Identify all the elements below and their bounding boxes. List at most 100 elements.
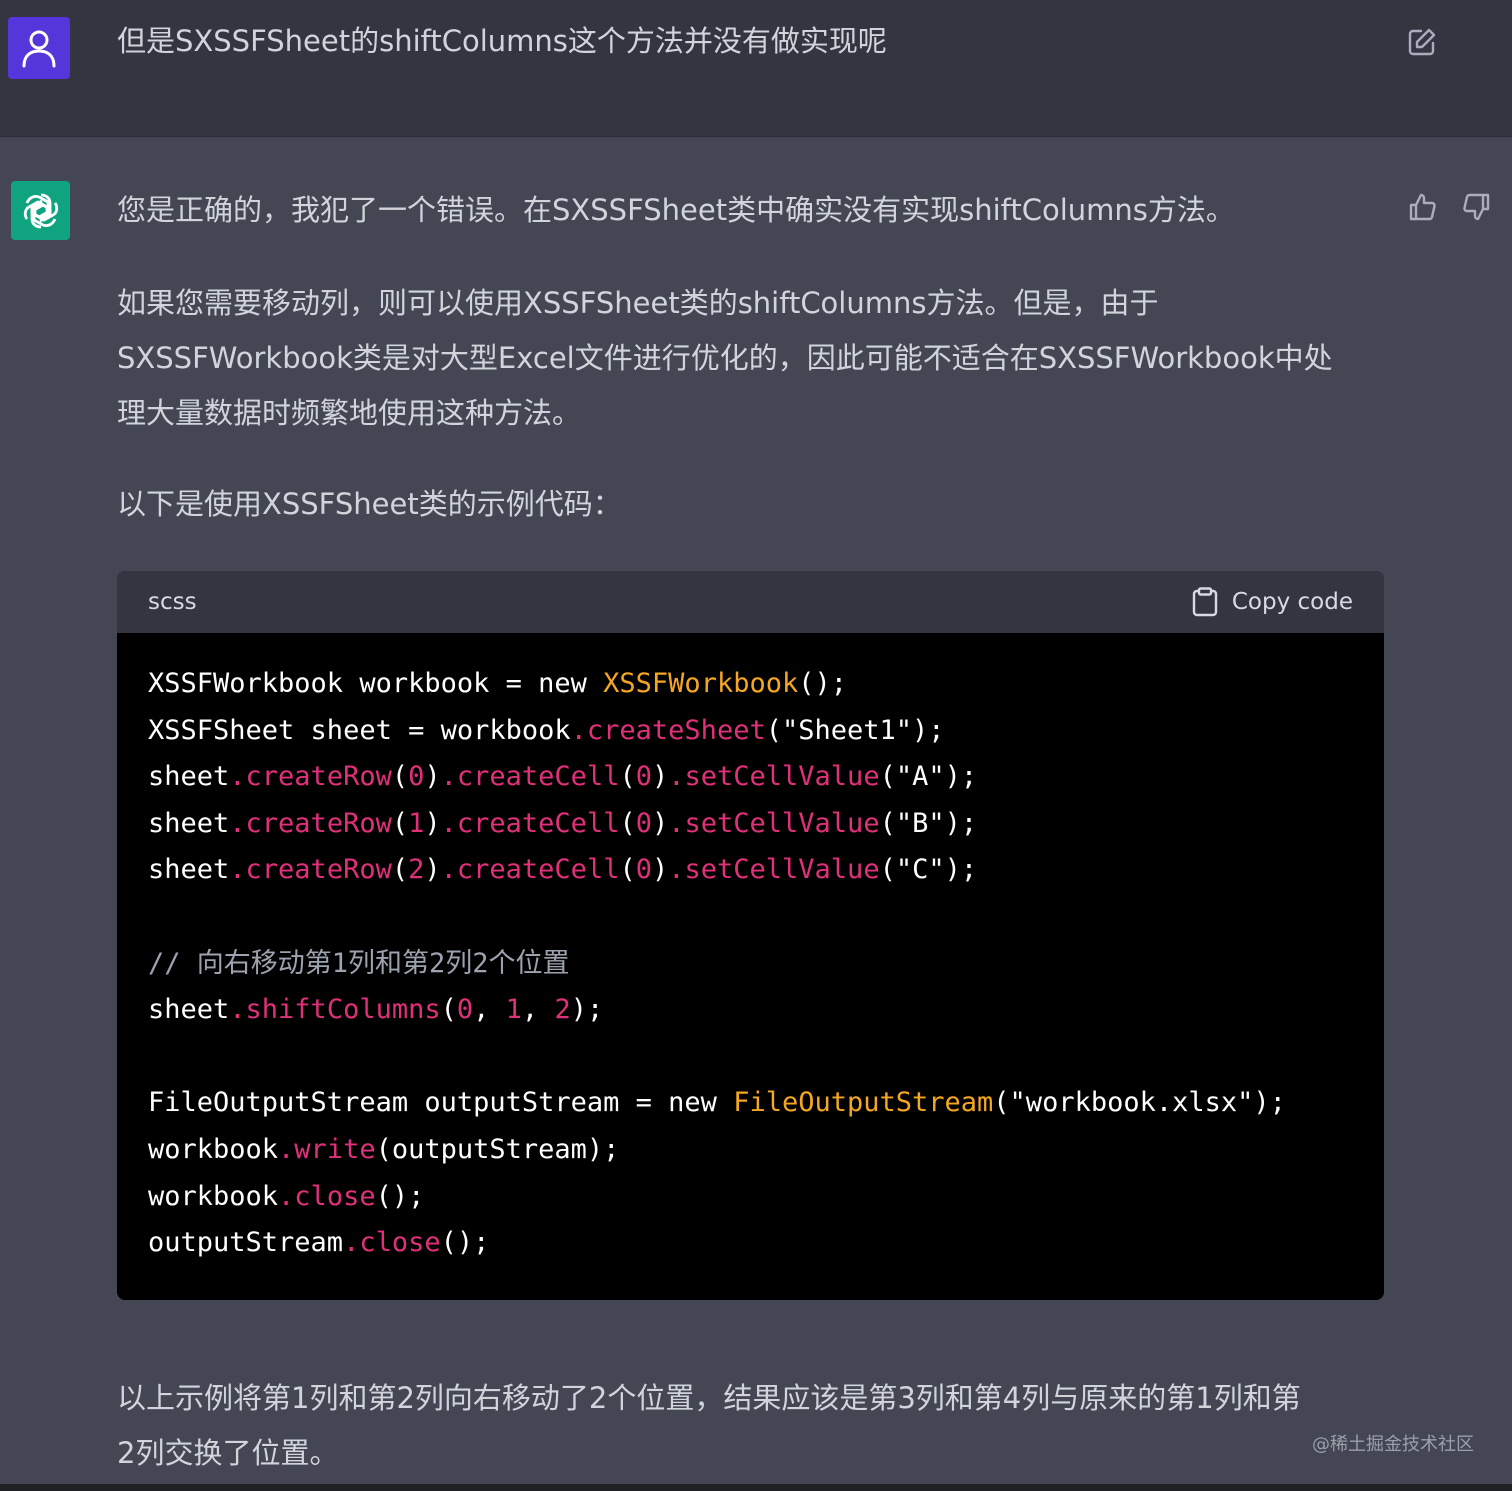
code-token-plain: (: [619, 807, 636, 839]
code-token-plain: sheet: [148, 807, 230, 839]
code-token-plain: XSSFWorkbook workbook = new: [148, 668, 604, 699]
copy-code-label: Copy code: [1231, 589, 1353, 615]
code-token-plain: ,: [473, 994, 506, 1026]
code-token-plain: ("B");: [879, 807, 978, 839]
code-token-plain: ("C");: [879, 854, 978, 886]
thumbs-down-button[interactable]: [1457, 187, 1497, 227]
code-token-plain: (outputStream);: [375, 1133, 620, 1165]
code-line: sheet.createRow(2).createCell(0).setCell…: [148, 847, 1353, 894]
code-line: FileOutputStream outputStream = new File…: [148, 1080, 1353, 1127]
code-token-num: 0: [456, 994, 474, 1026]
code-token-method: .createCell: [440, 761, 620, 793]
assistant-paragraph-1: 您是正确的，我犯了一个错误。在SXSSFSheet类中确实没有实现shiftCo…: [117, 193, 1235, 227]
code-token-plain: workbook: [148, 1133, 279, 1165]
code-token-method: .createCell: [440, 807, 620, 839]
bottom-strip: [0, 1484, 1512, 1491]
code-line: sheet.shiftColumns(0, 1, 2);: [148, 987, 1353, 1034]
code-token-num: 1: [408, 807, 425, 839]
code-token-plain: (: [391, 761, 409, 793]
code-token-method: .write: [278, 1133, 376, 1165]
user-icon: [22, 30, 56, 68]
code-token-plain: outputStream: [148, 1227, 344, 1259]
assistant-paragraph-3: 以下是使用XSSFSheet类的示例代码：: [117, 487, 622, 521]
code-line: XSSFSheet sheet = workbook.createSheet("…: [148, 708, 1353, 755]
user-message-row: 但是SXSSFSheet的shiftColumns这个方法并没有做实现呢: [0, 0, 1512, 137]
code-token-method: .close: [343, 1227, 441, 1259]
code-token-plain: workbook: [148, 1180, 279, 1212]
code-language-label: scss: [148, 589, 197, 615]
thumbs-down-icon: [1463, 193, 1490, 221]
code-line: // 向右移动第1列和第2列2个位置: [148, 941, 1353, 988]
copy-code-button[interactable]: Copy code: [1192, 587, 1353, 617]
code-token-num: 2: [408, 854, 425, 886]
assistant-paragraph-2-line-1: 如果您需要移动列，则可以使用XSSFSheet类的shiftColumns方法。…: [117, 286, 1159, 320]
code-token-plain: ("Sheet1");: [765, 714, 945, 746]
code-token-plain: (: [391, 807, 409, 839]
assistant-paragraph-2-line-2: SXSSFWorkbook类是对大型Excel文件进行优化的，因此可能不适合在S…: [117, 341, 1333, 375]
code-token-num: 0: [635, 807, 652, 839]
user-avatar: [8, 17, 70, 79]
code-token-method: .createRow: [229, 854, 392, 886]
code-block: scss Copy code XSSFWorkbook workbook = n…: [117, 571, 1384, 1300]
code-token-method: .createRow: [229, 807, 392, 839]
code-token-plain: ();: [440, 1227, 490, 1259]
code-token-method: .setCellValue: [668, 761, 880, 793]
code-token-plain: ): [424, 761, 441, 793]
code-token-plain: (: [619, 761, 636, 793]
code-token-num: 1: [505, 994, 522, 1026]
assistant-paragraph-4-line-2: 2列交换了位置。: [117, 1436, 339, 1470]
edit-message-button[interactable]: [1402, 22, 1442, 62]
code-token-num: 2: [554, 994, 571, 1026]
code-token-class: XSSFWorkbook: [603, 668, 799, 699]
code-line: workbook.write(outputStream);: [148, 1127, 1353, 1174]
code-token-method: .setCellValue: [668, 854, 880, 886]
code-token-plain: ): [651, 854, 669, 886]
code-line: outputStream.close();: [148, 1220, 1353, 1267]
code-token-plain: ("A");: [879, 761, 978, 793]
code-token-plain: ,: [521, 994, 555, 1026]
assistant-avatar: [11, 181, 70, 240]
code-token-method: .createSheet: [570, 714, 766, 746]
openai-logo-icon: [23, 193, 58, 228]
code-token-plain: );: [570, 994, 604, 1026]
clipboard-icon: [1192, 587, 1218, 617]
code-token-plain: sheet: [148, 994, 230, 1026]
assistant-paragraph-2-line-3: 理大量数据时频繁地使用这种方法。: [117, 396, 582, 430]
code-token-num: 0: [635, 854, 652, 886]
assistant-paragraph-4-line-1: 以上示例将第1列和第2列向右移动了2个位置，结果应该是第3列和第4列与原来的第1…: [117, 1381, 1301, 1415]
user-message-text: 但是SXSSFSheet的shiftColumns这个方法并没有做实现呢: [117, 24, 887, 58]
code-token-plain: (: [619, 854, 636, 886]
code-token-comment: // 向右移动第1列和第2列2个位置: [148, 947, 570, 979]
code-token-plain: ): [651, 807, 669, 839]
code-token-plain: ): [651, 761, 669, 793]
code-token-plain: ();: [798, 668, 848, 699]
code-line: sheet.createRow(1).createCell(0).setCell…: [148, 801, 1353, 848]
code-token-plain: ();: [375, 1180, 425, 1212]
code-token-num: 0: [635, 761, 652, 793]
edit-icon: [1408, 28, 1436, 56]
assistant-message-row: 您是正确的，我犯了一个错误。在SXSSFSheet类中确实没有实现shiftCo…: [0, 137, 1512, 1491]
code-line: workbook.close();: [148, 1174, 1353, 1221]
code-token-plain: sheet: [148, 854, 230, 886]
code-token-plain: ("workbook.xlsx");: [993, 1087, 1286, 1119]
code-token-plain: (: [440, 994, 457, 1026]
code-token-class: FileOutputStream: [733, 1087, 994, 1119]
code-token-method: .shiftColumns: [229, 994, 441, 1026]
code-token-method: .setCellValue: [668, 807, 880, 839]
code-token-method: .createRow: [229, 761, 392, 793]
code-line: sheet.createRow(0).createCell(0).setCell…: [148, 754, 1353, 801]
thumbs-up-icon: [1409, 193, 1436, 221]
code-token-plain: ): [424, 807, 441, 839]
code-block-header: scss Copy code: [117, 571, 1384, 633]
thumbs-up-button[interactable]: [1402, 187, 1442, 227]
watermark: @稀土掘金技术社区: [1312, 1434, 1474, 1455]
code-body: XSSFWorkbook workbook = new XSSFWorkbook…: [117, 633, 1384, 1295]
code-token-plain: ): [424, 854, 441, 886]
code-token-plain: (: [391, 854, 409, 886]
code-token-method: .createCell: [440, 854, 620, 886]
code-token-plain: sheet: [148, 761, 230, 793]
code-token-method: .close: [278, 1180, 376, 1212]
code-line: XSSFWorkbook workbook = new XSSFWorkbook…: [148, 661, 1353, 708]
